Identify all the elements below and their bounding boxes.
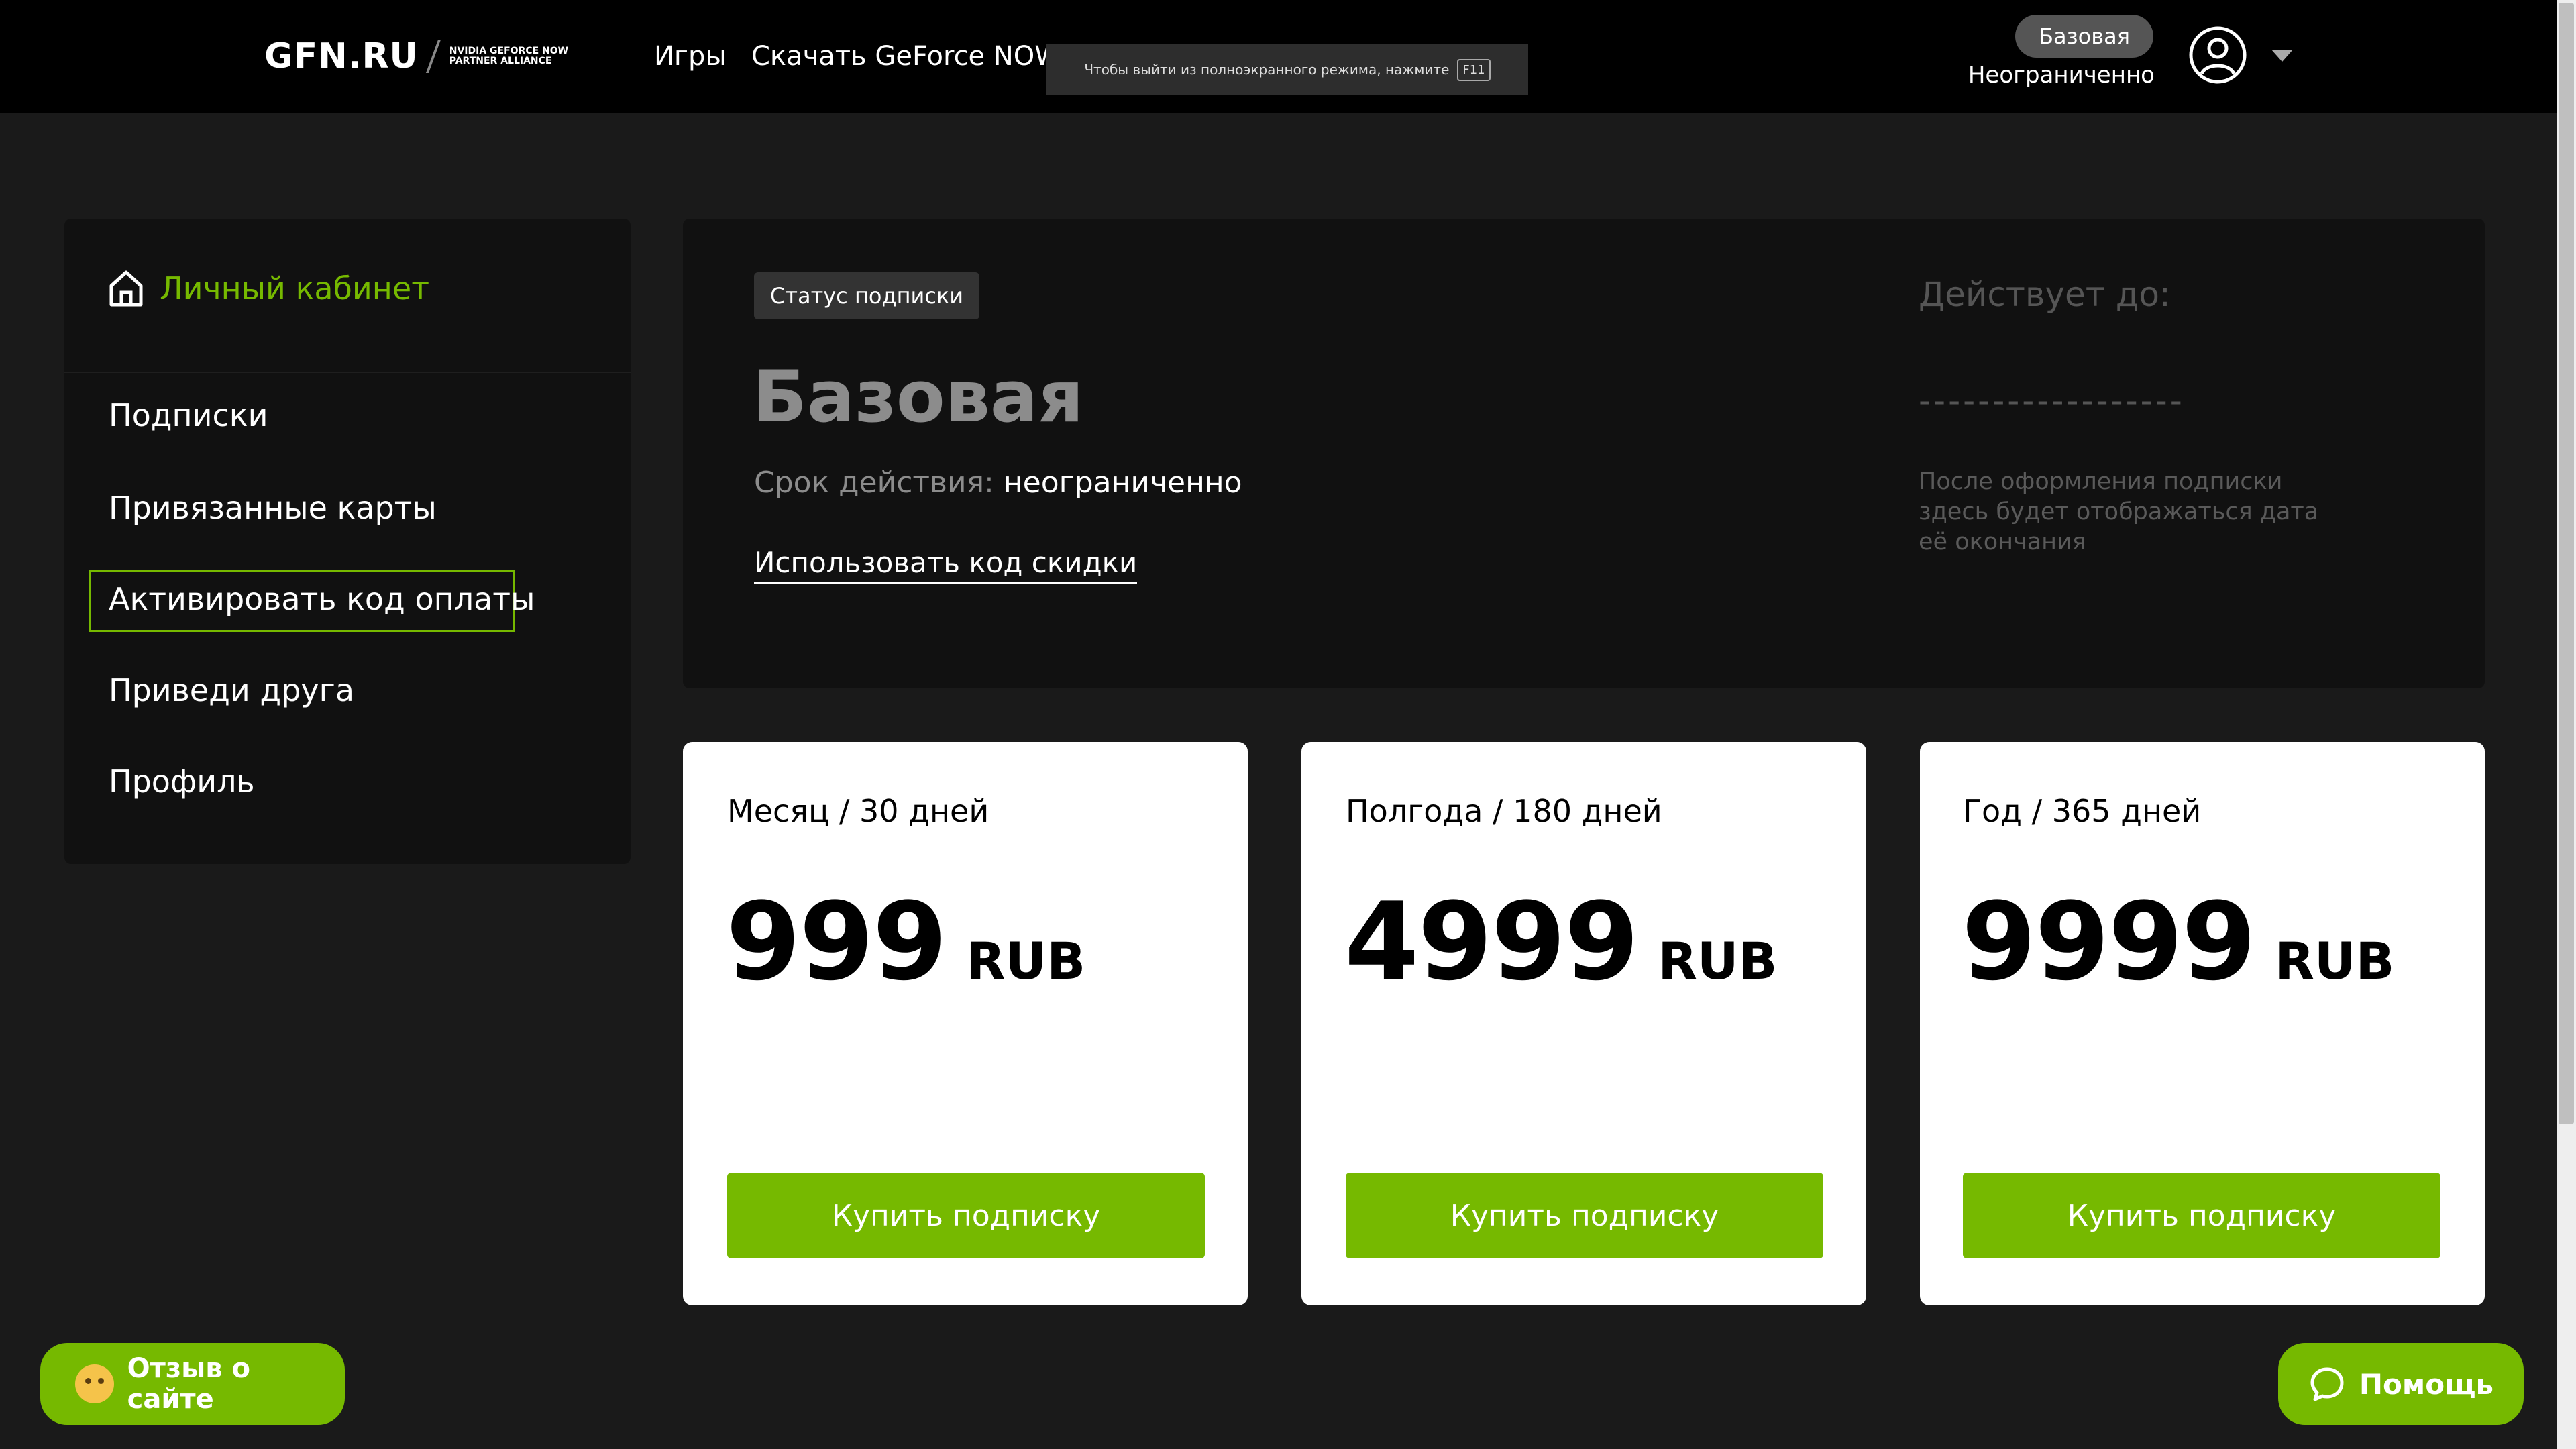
plan-term-label: Срок действия: [754,466,994,500]
valid-until-label: Действует до: [1919,275,2171,314]
valid-until-value: ------------------ [1919,381,2185,420]
discount-code-link[interactable]: Использовать код скидки [754,546,1138,584]
buy-subscription-button[interactable]: Купить подписку [1346,1173,1823,1258]
user-avatar-icon[interactable] [2188,25,2247,85]
scrollbar-thumb[interactable] [2559,3,2574,1124]
sidebar-item-linked-cards[interactable]: Привязанные карты [109,490,437,526]
logo-text: GFN.RU [264,36,419,76]
header-plan-term: Неограниченно [1968,62,2155,89]
chevron-down-icon[interactable] [2271,50,2293,62]
buy-subscription-button[interactable]: Купить подписку [1963,1173,2440,1258]
plan-period: Год / 365 дней [1963,793,2202,829]
help-label: Помощь [2359,1367,2494,1401]
current-plan-name: Базовая [753,356,1084,438]
sidebar-item-subscriptions[interactable]: Подписки [109,397,268,433]
plan-term-line: Срок действия: неограниченно [754,466,1242,500]
plan-price-amount: 999 [726,879,947,1004]
fullscreen-hint: Чтобы выйти из полноэкранного режима, на… [1046,44,1528,95]
help-button[interactable]: Помощь [2278,1343,2524,1425]
nav-download[interactable]: Скачать GeForce NOW [751,38,1061,75]
feedback-label: Отзыв о сайте [127,1353,250,1415]
plan-price-currency: RUB [965,931,1086,991]
plan-price-amount: 4999 [1344,879,1639,1004]
valid-until-note: После оформления подписки здесь будет от… [1919,468,2319,555]
buy-subscription-button[interactable]: Купить подписку [727,1173,1205,1258]
sidebar-item-refer-friend[interactable]: Приведи друга [109,672,354,708]
home-icon [109,270,143,307]
header-plan-badge: Базовая [2015,15,2153,58]
logo-subtitle-line-2: PARTNER ALLIANCE [449,56,552,66]
fullscreen-key: F11 [1457,58,1491,81]
logo-separator [425,40,441,73]
site-logo[interactable]: GFN.RU NVIDIA GEFORCE NOW PARTNER ALLIAN… [264,35,568,78]
thinking-face-icon [75,1364,114,1403]
nav-games[interactable]: Игры [654,38,727,75]
plan-price-amount: 9999 [1962,879,2256,1004]
plan-price: 9999 RUB [1962,879,2394,1004]
sidebar-divider [64,372,631,373]
plan-price: 999 RUB [726,879,1085,1004]
logo-subtitle: NVIDIA GEFORCE NOW PARTNER ALLIANCE [449,46,568,66]
feedback-button[interactable]: Отзыв о сайте [40,1343,345,1425]
sidebar-title: Личный кабинет [160,270,429,307]
plan-period: Полгода / 180 дней [1346,793,1662,829]
plan-term-value: неограниченно [1003,466,1242,500]
plan-period: Месяц / 30 дней [727,793,989,829]
status-badge: Статус подписки [754,272,979,319]
logo-subtitle-line-1: NVIDIA GEFORCE NOW [449,46,569,56]
plan-price-currency: RUB [2275,931,2395,991]
sidebar-item-profile[interactable]: Профиль [109,763,255,800]
chat-bubble-icon [2310,1367,2344,1401]
fullscreen-hint-text: Чтобы выйти из полноэкранного режима, на… [1084,62,1450,78]
plan-price-currency: RUB [1658,931,1778,991]
plan-price: 4999 RUB [1344,879,1777,1004]
sidebar-header[interactable]: Личный кабинет [107,268,429,309]
sidebar-item-activate-code[interactable]: Активировать код оплаты [109,581,535,617]
